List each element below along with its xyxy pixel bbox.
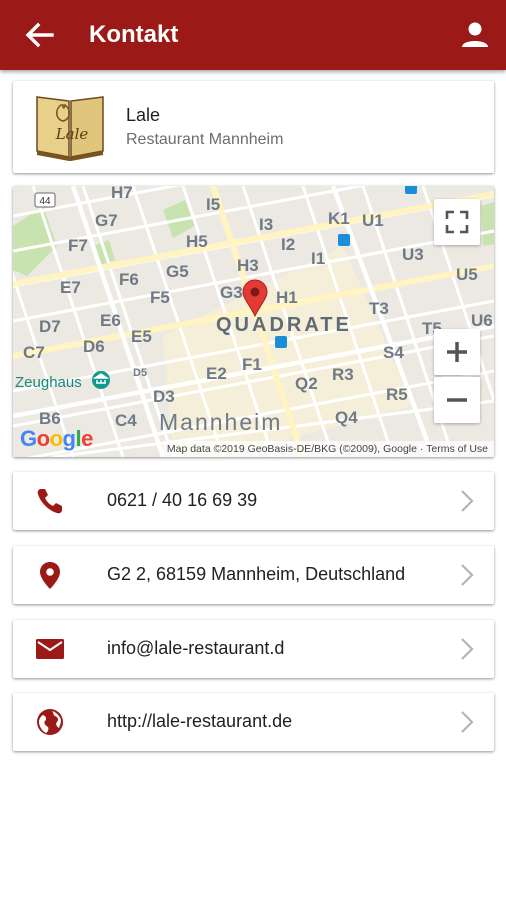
svg-text:H1: H1 [276, 288, 298, 307]
svg-text:C7: C7 [23, 343, 45, 362]
location-pin-icon [40, 562, 60, 589]
mail-icon [36, 639, 64, 659]
map-attribution: Map data ©2019 GeoBasis-DE/BKG (©2009), … [162, 441, 494, 457]
chevron-right-icon [461, 564, 474, 586]
svg-text:F7: F7 [68, 236, 88, 255]
chevron-right-icon [461, 711, 474, 733]
phone-number: 0621 / 40 16 69 39 [107, 490, 258, 510]
website-url: http://lale-restaurant.de [107, 711, 293, 731]
svg-text:I2: I2 [281, 235, 295, 254]
phone-icon [37, 489, 62, 514]
map-district-label: QUADRATE [216, 314, 352, 336]
app-bar: Kontakt [0, 0, 506, 70]
chevron-right-icon [461, 638, 474, 660]
restaurant-name: Lale [126, 105, 161, 125]
svg-text:G3: G3 [220, 283, 243, 302]
restaurant-header-card: Lale Lale Restaurant Mannheim [13, 81, 494, 173]
svg-text:S4: S4 [383, 343, 404, 362]
svg-text:E7: E7 [60, 278, 81, 297]
svg-text:R3: R3 [332, 365, 354, 384]
logo-lettering: Lale [55, 125, 89, 143]
svg-text:K1: K1 [328, 209, 350, 228]
svg-text:G7: G7 [95, 211, 118, 230]
svg-text:F6: F6 [119, 270, 139, 289]
address-row[interactable]: G2 2, 68159 Mannheim, Deutschland [13, 546, 494, 604]
svg-text:H5: H5 [186, 232, 208, 251]
restaurant-logo: Lale [36, 96, 104, 161]
svg-text:U1: U1 [362, 211, 384, 230]
svg-text:R5: R5 [386, 385, 408, 404]
fullscreen-icon [445, 210, 469, 234]
svg-text:E2: E2 [206, 364, 227, 383]
svg-text:G5: G5 [166, 262, 189, 281]
globe-icon [37, 709, 63, 735]
website-row[interactable]: http://lale-restaurant.de [13, 693, 494, 751]
svg-text:E5: E5 [131, 327, 152, 346]
svg-text:F5: F5 [150, 288, 170, 307]
map-canvas[interactable]: 44 Zeughaus H7 G7 F7 E7 D7 C7 B6 I5 H5 G… [13, 186, 494, 457]
map-poi-label: Zeughaus [15, 374, 82, 391]
email-address: info@lale-restaurant.d [107, 638, 285, 658]
terms-of-use-link[interactable]: Terms of Use [426, 443, 488, 455]
svg-text:H7: H7 [111, 186, 133, 202]
map-view[interactable]: 44 Zeughaus H7 G7 F7 E7 D7 C7 B6 I5 H5 G… [13, 186, 494, 457]
fullscreen-button[interactable] [434, 199, 480, 245]
svg-text:D3: D3 [153, 387, 175, 406]
arrow-left-icon[interactable] [22, 20, 56, 50]
google-logo: Google [20, 426, 93, 451]
person-icon[interactable] [460, 20, 490, 50]
svg-text:U5: U5 [456, 265, 478, 284]
svg-text:I3: I3 [259, 215, 273, 234]
road-shield: 44 [39, 196, 51, 207]
address-text: G2 2, 68159 Mannheim, Deutschland [107, 564, 406, 584]
plus-icon [447, 342, 467, 362]
zoom-in-button[interactable] [434, 329, 480, 375]
restaurant-subtitle: Restaurant Mannheim [126, 131, 284, 148]
svg-text:F1: F1 [242, 355, 262, 374]
minus-icon [447, 398, 467, 402]
svg-text:C4: C4 [115, 411, 137, 430]
svg-text:I1: I1 [311, 249, 325, 268]
svg-text:I5: I5 [206, 195, 220, 214]
svg-text:D7: D7 [39, 317, 61, 336]
page-title: Kontakt [89, 21, 179, 48]
email-row[interactable]: info@lale-restaurant.d [13, 620, 494, 678]
svg-text:T3: T3 [369, 299, 389, 318]
svg-text:U6: U6 [471, 311, 493, 330]
svg-text:E6: E6 [100, 311, 121, 330]
svg-text:D5: D5 [133, 367, 147, 379]
svg-text:Q2: Q2 [295, 374, 318, 393]
svg-text:H3: H3 [237, 256, 259, 275]
phone-row[interactable]: 0621 / 40 16 69 39 [13, 472, 494, 530]
svg-text:D6: D6 [83, 337, 105, 356]
zoom-out-button[interactable] [434, 377, 480, 423]
chevron-right-icon [461, 490, 474, 512]
map-data-credit: Map data ©2019 GeoBasis-DE/BKG (©2009), … [166, 443, 417, 455]
map-city-label: Mannheim [159, 409, 282, 435]
svg-text:U3: U3 [402, 245, 424, 264]
svg-text:Q4: Q4 [335, 408, 358, 427]
